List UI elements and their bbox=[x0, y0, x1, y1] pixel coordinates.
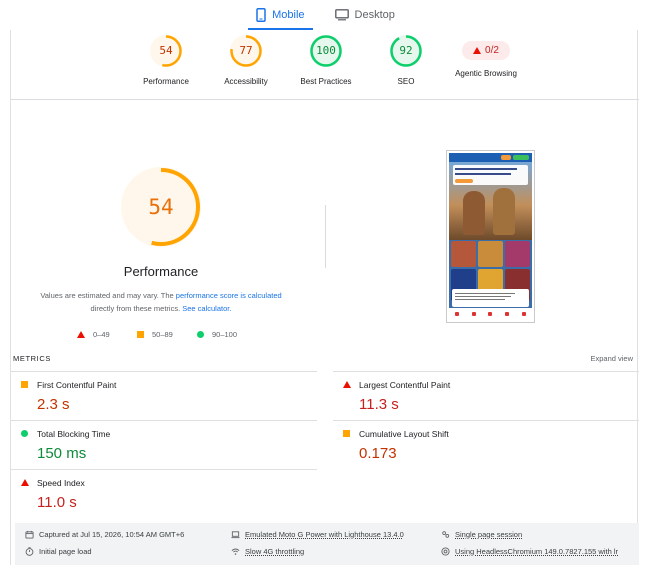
gauge-best-practices[interactable]: 100 Best Practices bbox=[281, 34, 371, 86]
average-square-icon bbox=[343, 430, 350, 437]
fail-triangle-icon bbox=[473, 47, 482, 54]
metric-name: First Contentful Paint bbox=[37, 380, 117, 390]
timer-icon bbox=[25, 547, 34, 556]
metric-value: 11.0 s bbox=[37, 494, 77, 511]
chrome-icon bbox=[441, 547, 450, 556]
captured-text: Captured at Jul 15, 2026, 10:54 AM GMT+6 bbox=[39, 530, 185, 539]
note-text-2: directly from these metrics. bbox=[90, 304, 183, 313]
pass-circle-icon bbox=[197, 330, 204, 338]
tab-mobile[interactable]: Mobile bbox=[248, 0, 313, 30]
tab-mobile-label: Mobile bbox=[272, 9, 305, 21]
session-text: Single page session bbox=[455, 530, 523, 539]
device-text: Emulated Moto G Power with Lighthouse 13… bbox=[245, 530, 404, 539]
metric-first-contentful-paint[interactable]: First Contentful Paint 2.3 s bbox=[11, 371, 317, 421]
metric-name: Largest Contentful Paint bbox=[359, 380, 451, 390]
legend-fail: 0–49 bbox=[77, 328, 137, 340]
performance-big-gauge: 54 bbox=[121, 167, 201, 247]
category-gauges: 54 Performance 77 Accessibility 100 Best… bbox=[11, 34, 639, 98]
metric-value: 150 ms bbox=[37, 445, 87, 462]
gauges-divider bbox=[11, 99, 639, 100]
gauge-performance[interactable]: 54 Performance bbox=[121, 34, 211, 86]
gauge-ring: 77 bbox=[229, 34, 263, 68]
wifi-icon bbox=[231, 548, 240, 555]
legend-fail-range: 0–49 bbox=[93, 329, 110, 339]
users-icon bbox=[442, 531, 450, 538]
legend-average-range: 50–89 bbox=[152, 329, 173, 339]
metric-value: 0.173 bbox=[359, 445, 397, 462]
performance-title: Performance bbox=[123, 264, 199, 279]
fail-triangle-icon bbox=[77, 330, 85, 338]
metric-name: Cumulative Layout Shift bbox=[359, 429, 449, 439]
average-square-icon bbox=[21, 381, 28, 388]
runtime-session[interactable]: Single page session bbox=[441, 530, 522, 539]
phone-icon bbox=[256, 8, 266, 22]
gauge-ring: 54 bbox=[149, 34, 183, 68]
metric-value: 11.3 s bbox=[359, 396, 399, 413]
gauge-agentic-browsing[interactable]: 0/2 Agentic Browsing bbox=[441, 34, 531, 78]
agentic-badge: 0/2 bbox=[462, 41, 510, 60]
device-tabs: Mobile Desktop bbox=[0, 0, 651, 30]
legend-pass-range: 90–100 bbox=[212, 329, 238, 339]
fail-triangle-icon bbox=[21, 479, 29, 486]
laptop-icon bbox=[231, 531, 240, 539]
score-legend: 0–49 50–89 90–100 bbox=[77, 328, 277, 340]
metric-total-blocking-time[interactable]: Total Blocking Time 150 ms bbox=[11, 420, 317, 470]
vertical-divider bbox=[325, 205, 326, 268]
metrics-header: METRICS Expand view bbox=[11, 354, 639, 366]
see-calculator-link[interactable]: See calculator. bbox=[182, 304, 231, 313]
gauge-label: Best Practices bbox=[300, 77, 352, 86]
tab-desktop[interactable]: Desktop bbox=[331, 0, 399, 30]
expand-view-toggle[interactable]: Expand view bbox=[590, 354, 633, 363]
metric-cumulative-layout-shift[interactable]: Cumulative Layout Shift 0.173 bbox=[333, 420, 639, 470]
performance-big-score: 54 bbox=[148, 195, 174, 219]
calendar-icon bbox=[25, 530, 34, 539]
gauge-seo[interactable]: 92 SEO bbox=[361, 34, 451, 86]
fail-triangle-icon bbox=[343, 381, 351, 388]
metrics-title: METRICS bbox=[13, 354, 51, 363]
pass-circle-icon bbox=[21, 430, 28, 437]
tab-desktop-label: Desktop bbox=[354, 9, 395, 21]
legend-pass: 90–100 bbox=[197, 328, 257, 340]
gauge-score: 100 bbox=[316, 44, 336, 57]
runtime-load: Initial page load bbox=[25, 547, 92, 556]
metric-name: Total Blocking Time bbox=[37, 429, 111, 439]
metric-name: Speed Index bbox=[37, 478, 85, 488]
gauge-label: Agentic Browsing bbox=[455, 69, 517, 78]
final-screenshot-thumbnail[interactable] bbox=[446, 150, 535, 323]
gauge-ring: 92 bbox=[389, 34, 423, 68]
report-panel: 54 Performance 77 Accessibility 100 Best… bbox=[10, 30, 639, 565]
monitor-icon bbox=[334, 9, 349, 21]
throttling-text: Slow 4G throttling bbox=[245, 547, 305, 556]
legend-average: 50–89 bbox=[137, 328, 197, 340]
runtime-throttling[interactable]: Slow 4G throttling bbox=[231, 547, 304, 556]
gauge-accessibility[interactable]: 77 Accessibility bbox=[201, 34, 291, 86]
load-text: Initial page load bbox=[39, 547, 92, 556]
screenshot-image bbox=[449, 153, 532, 320]
gauge-score: 77 bbox=[239, 44, 253, 57]
note-text-1: Values are estimated and may vary. The bbox=[40, 291, 176, 300]
gauge-label: SEO bbox=[397, 77, 415, 86]
gauge-score: 92 bbox=[399, 44, 413, 57]
runtime-device[interactable]: Emulated Moto G Power with Lighthouse 13… bbox=[231, 530, 404, 539]
runtime-captured: Captured at Jul 15, 2026, 10:54 AM GMT+6 bbox=[25, 530, 184, 539]
gauge-label: Performance bbox=[143, 77, 189, 86]
metric-speed-index[interactable]: Speed Index 11.0 s bbox=[11, 469, 317, 519]
metric-largest-contentful-paint[interactable]: Largest Contentful Paint 11.3 s bbox=[333, 371, 639, 421]
metric-value: 2.3 s bbox=[37, 396, 70, 413]
gauge-ring: 100 bbox=[309, 34, 343, 68]
performance-note: Values are estimated and may vary. The p… bbox=[29, 289, 293, 315]
agentic-score: 0/2 bbox=[485, 45, 499, 56]
average-square-icon bbox=[137, 330, 144, 338]
performance-score-link[interactable]: performance score is calculated bbox=[176, 291, 282, 300]
gauge-label: Accessibility bbox=[224, 77, 268, 86]
runtime-browser[interactable]: Using HeadlessChromium 149.0.7827.155 wi… bbox=[441, 547, 618, 556]
runtime-settings: Captured at Jul 15, 2026, 10:54 AM GMT+6… bbox=[15, 523, 639, 565]
gauge-score: 54 bbox=[159, 44, 173, 57]
browser-text: Using HeadlessChromium 149.0.7827.155 wi… bbox=[455, 547, 619, 556]
